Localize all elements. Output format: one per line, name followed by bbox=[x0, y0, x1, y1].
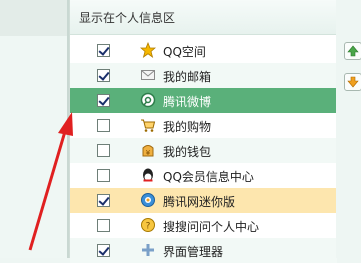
list-item-qq-vip[interactable]: QQ会员信息中心 bbox=[70, 163, 337, 188]
arrow-down-icon bbox=[347, 76, 359, 88]
item-checkbox[interactable] bbox=[97, 94, 110, 107]
panel-title: 显示在个人信息区 bbox=[79, 11, 176, 25]
item-label: 腾讯网迷你版 bbox=[163, 195, 236, 209]
svg-text:?: ? bbox=[146, 222, 151, 232]
list-item-mailbox[interactable]: 我的邮箱 bbox=[70, 63, 337, 88]
plus-icon bbox=[140, 242, 156, 258]
left-pane-header bbox=[0, 0, 67, 36]
item-checkbox[interactable] bbox=[97, 219, 110, 232]
panel-header: 显示在个人信息区 bbox=[70, 0, 337, 35]
list-item-soso-wenwen[interactable]: ? 搜搜问问个人中心 bbox=[70, 213, 337, 238]
left-pane bbox=[0, 0, 67, 258]
item-label: QQ会员信息中心 bbox=[163, 170, 254, 184]
list-item-wallet[interactable]: ¥ 我的钱包 bbox=[70, 138, 337, 163]
weibo-icon bbox=[140, 92, 156, 108]
item-label: QQ空间 bbox=[163, 45, 206, 59]
list-item-weibo[interactable]: 腾讯微博 bbox=[70, 88, 337, 113]
list-item-qq-mini-site[interactable]: 腾讯网迷你版 bbox=[70, 188, 337, 213]
list-item-qzone[interactable]: QQ空间 bbox=[70, 38, 337, 63]
item-checkbox[interactable] bbox=[97, 119, 110, 132]
move-up-button[interactable] bbox=[344, 42, 361, 60]
item-checkbox[interactable] bbox=[97, 244, 110, 257]
side-button-strip bbox=[336, 0, 361, 258]
qq-vip-icon bbox=[140, 167, 156, 183]
move-down-button[interactable] bbox=[344, 73, 361, 91]
item-label: 搜搜问问个人中心 bbox=[163, 220, 260, 234]
item-label: 我的购物 bbox=[163, 120, 212, 134]
item-checkbox[interactable] bbox=[97, 69, 110, 82]
cart-icon bbox=[140, 117, 156, 133]
item-label: 腾讯微博 bbox=[163, 95, 212, 109]
item-label: 我的邮箱 bbox=[163, 70, 212, 84]
list-item-shopping[interactable]: 我的购物 bbox=[70, 113, 337, 138]
list-item-ui-manager[interactable]: 界面管理器 bbox=[70, 238, 337, 263]
minisite-icon bbox=[140, 192, 156, 208]
item-checkbox[interactable] bbox=[97, 144, 110, 157]
item-label: 我的钱包 bbox=[163, 145, 212, 159]
svg-text:¥: ¥ bbox=[146, 149, 151, 157]
item-list: QQ空间 我的邮箱 腾讯微博 我的购物 ¥ 我的钱包 QQ会员信息中心 腾讯网迷… bbox=[70, 38, 337, 263]
soso-wenwen-icon: ? bbox=[140, 217, 156, 233]
item-checkbox[interactable] bbox=[97, 194, 110, 207]
personal-info-settings-panel: 显示在个人信息区 QQ空间 我的邮箱 腾讯微博 我的购物 ¥ 我的钱包 QQ会员… bbox=[69, 0, 337, 263]
item-label: 界面管理器 bbox=[163, 245, 224, 259]
star-icon bbox=[139, 41, 157, 58]
arrow-up-icon bbox=[347, 45, 359, 57]
wallet-icon: ¥ bbox=[140, 142, 156, 158]
item-checkbox[interactable] bbox=[97, 44, 110, 57]
mail-icon bbox=[140, 67, 156, 83]
item-checkbox[interactable] bbox=[97, 169, 110, 182]
